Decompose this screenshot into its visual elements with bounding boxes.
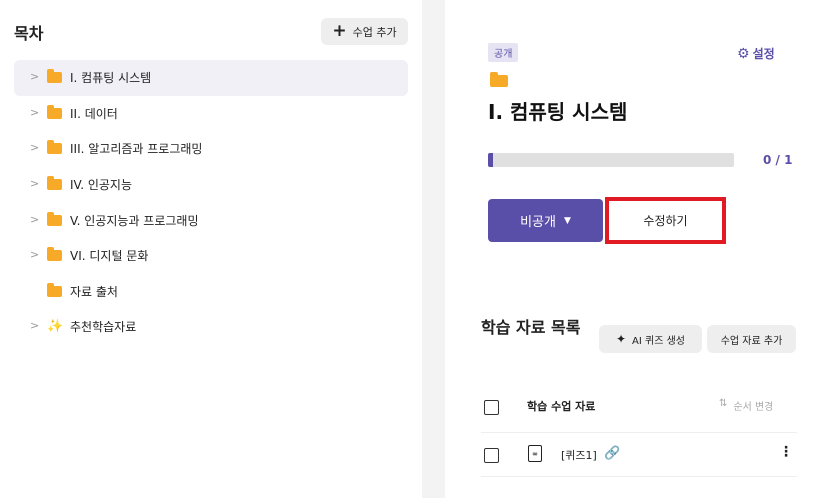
reorder-label: 순서 변경 [733, 402, 774, 413]
chevron-right-icon[interactable]: > [30, 70, 40, 83]
folder-icon [47, 69, 62, 84]
add-lesson-label: 수업 추가 [352, 25, 397, 39]
toc-panel: 목차 + 수업 추가 > I. 컴퓨팅 시스템 > II. 데이터 > III.… [0, 0, 422, 498]
toc-list: > I. 컴퓨팅 시스템 > II. 데이터 > III. 알고리즘과 프로그래… [14, 60, 408, 345]
folder-icon [47, 247, 62, 262]
toc-item[interactable]: > IV. 인공지능 [14, 167, 408, 203]
visibility-badge: 공개 [488, 43, 519, 62]
folder-icon [47, 211, 62, 226]
visibility-dropdown-label: 비공개 [520, 215, 556, 230]
divider [481, 476, 797, 477]
page-title: I. 컴퓨팅 시스템 [488, 100, 628, 124]
toc-item-label: 추천학습자료 [70, 320, 137, 335]
toc-item[interactable]: > V. 인공지능과 프로그래밍 [14, 202, 408, 238]
progress-bar [488, 153, 734, 167]
chevron-right-icon[interactable]: > [30, 177, 40, 190]
sort-arrows-icon: ⇅ [719, 398, 728, 409]
sparkle-icon: ✦ [615, 332, 627, 346]
add-lesson-button[interactable]: + 수업 추가 [321, 18, 408, 45]
progress-fill [488, 153, 493, 167]
folder-icon [47, 104, 62, 119]
add-material-button[interactable]: 수업 자료 추가 [707, 325, 796, 353]
toc-item-label: V. 인공지능과 프로그래밍 [70, 213, 199, 228]
material-item-label[interactable]: [퀴즈1] [561, 447, 597, 463]
chevron-right-icon[interactable]: > [30, 319, 40, 332]
edit-button[interactable]: 수정하기 [605, 197, 726, 244]
add-material-label: 수업 자료 추가 [720, 335, 783, 347]
toc-item-label: I. 컴퓨팅 시스템 [70, 71, 152, 86]
magic-wand-icon: ✨ [47, 319, 64, 335]
ai-quiz-label: AI 퀴즈 생성 [632, 335, 685, 347]
quiz-file-icon: ∞ [528, 445, 542, 462]
more-options-icon[interactable]: ⋮ [779, 444, 793, 460]
folder-icon [47, 176, 62, 191]
toc-item-label: III. 알고리즘과 프로그래밍 [70, 142, 203, 157]
visibility-dropdown-button[interactable]: 비공개 ▼ [488, 199, 603, 242]
toc-item[interactable]: > III. 알고리즘과 프로그래밍 [14, 131, 408, 167]
toc-item[interactable]: > I. 컴퓨팅 시스템 [14, 60, 408, 96]
folder-icon [47, 140, 62, 155]
row-checkbox[interactable] [484, 448, 499, 463]
plus-icon: + [332, 21, 347, 41]
toc-item-label: IV. 인공지능 [70, 178, 132, 193]
toc-title: 목차 [14, 24, 44, 43]
toc-item[interactable]: > ✨ 추천학습자료 [14, 309, 408, 345]
chevron-right-icon[interactable]: > [30, 141, 40, 154]
chevron-right-icon[interactable]: > [30, 248, 40, 261]
folder-icon [490, 72, 508, 87]
panel-divider [422, 0, 445, 498]
link-icon[interactable]: 🔗 [604, 446, 620, 461]
chevron-right-icon[interactable]: > [30, 213, 40, 226]
settings-button[interactable]: ⚙ 설정 [737, 45, 775, 62]
toc-item[interactable]: > II. 데이터 [14, 96, 408, 132]
progress-count: 0 / 1 [763, 153, 793, 167]
divider [481, 432, 797, 433]
folder-icon [47, 282, 62, 297]
caret-down-icon: ▼ [563, 215, 571, 226]
reorder-button[interactable]: ⇅ 순서 변경 [719, 398, 773, 413]
settings-label: 설정 [752, 47, 775, 61]
edit-button-label: 수정하기 [643, 214, 688, 228]
materials-title: 학습 자료 목록 [481, 318, 581, 337]
toc-item-label: VI. 디지털 문화 [70, 249, 149, 264]
toc-item-label: 자료 출처 [70, 284, 118, 299]
toc-item[interactable]: 자료 출처 [14, 274, 408, 310]
ai-quiz-button[interactable]: ✦ AI 퀴즈 생성 [599, 325, 702, 353]
toc-item[interactable]: > VI. 디지털 문화 [14, 238, 408, 274]
select-all-checkbox[interactable] [484, 400, 499, 415]
gear-icon: ⚙ [737, 45, 750, 62]
materials-header-label: 학습 수업 자료 [527, 400, 596, 413]
chevron-right-icon[interactable]: > [30, 106, 40, 119]
detail-panel: 공개 ⚙ 설정 I. 컴퓨팅 시스템 0 / 1 비공개 ▼ 수정하기 학습 자… [445, 0, 823, 498]
toc-item-label: II. 데이터 [70, 106, 118, 121]
